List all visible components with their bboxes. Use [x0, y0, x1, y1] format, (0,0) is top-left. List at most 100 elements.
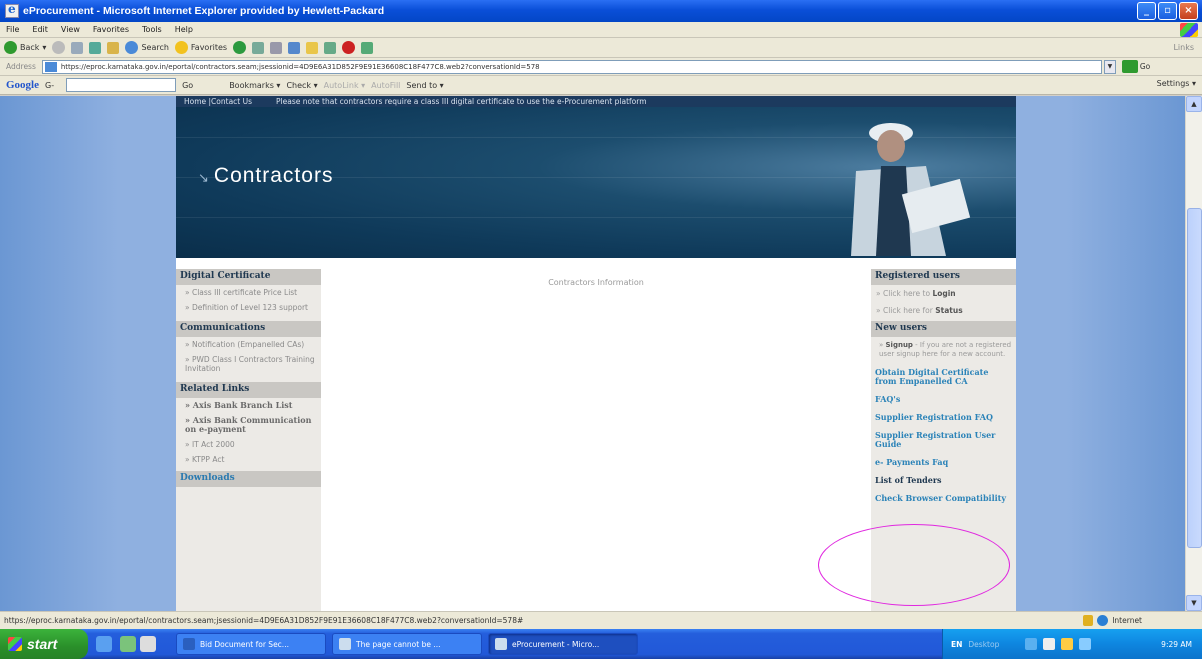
task-bid-document[interactable]: Bid Document for Sec...: [176, 633, 326, 655]
right-sidebar: Registered users » Click here to Login »…: [871, 269, 1016, 611]
menu-tools[interactable]: Tools: [142, 25, 162, 34]
maximize-button[interactable]: ▫: [1158, 2, 1177, 20]
volume-icon[interactable]: [1043, 638, 1056, 650]
edit-icon[interactable]: [288, 41, 301, 54]
menu-edit[interactable]: Edit: [32, 25, 48, 34]
address-bar: Address https://eproc.karnataka.gov.in/e…: [0, 58, 1202, 76]
lock-icon: [1083, 615, 1094, 626]
ie-icon: [339, 638, 351, 650]
signup-link[interactable]: » Signup - If you are not a registered u…: [871, 337, 1016, 362]
google-go-button[interactable]: Go: [182, 81, 193, 90]
stop-icon[interactable]: [71, 41, 84, 54]
taskbar: start Bid Document for Sec... The page c…: [0, 629, 1202, 659]
show-desktop-icon[interactable]: [120, 636, 136, 652]
ie-quicklaunch-icon[interactable]: [96, 636, 112, 652]
check-browser-link[interactable]: Check Browser Compatibility: [871, 488, 1016, 506]
menu-favorites[interactable]: Favorites: [93, 25, 129, 34]
home-icon[interactable]: [107, 41, 120, 54]
google-menu[interactable]: G-: [45, 81, 54, 90]
menu-view[interactable]: View: [61, 25, 80, 34]
google-sendto-button[interactable]: Send to ▾: [406, 81, 443, 90]
update-icon[interactable]: [1079, 638, 1092, 650]
address-url: https://eproc.karnataka.gov.in/eportal/c…: [60, 62, 540, 71]
window-title: eProcurement - Microsoft Internet Explor…: [23, 5, 385, 17]
red-circle-icon[interactable]: [342, 41, 356, 54]
links-label[interactable]: Links: [1173, 43, 1194, 52]
left-sidebar: Digital Certificate » Class III certific…: [176, 269, 321, 611]
scroll-up-button[interactable]: ▲: [1186, 96, 1202, 112]
task-page-cannot-be[interactable]: The page cannot be ...: [332, 633, 482, 655]
start-button[interactable]: start: [0, 629, 88, 659]
status-url: https://eproc.karnataka.gov.in/eportal/c…: [4, 616, 524, 625]
related-links-heading: Related Links: [176, 382, 321, 398]
back-button[interactable]: Back ▾: [4, 41, 46, 54]
new-users-heading: New users: [871, 321, 1016, 337]
print-icon[interactable]: [270, 41, 283, 54]
quicklaunch-more-icon[interactable]: [140, 636, 156, 652]
faq-link[interactable]: FAQ's: [871, 389, 1016, 407]
axis-bank-branch-link[interactable]: » Axis Bank Branch List: [176, 398, 321, 413]
mail-icon[interactable]: [252, 41, 265, 54]
windows-flag-icon: [8, 637, 22, 651]
banner-heading: ↘ Contractors: [198, 164, 334, 187]
google-autofill-button[interactable]: AutoFill: [371, 81, 400, 90]
vertical-scrollbar[interactable]: ▲ ▼: [1185, 96, 1202, 611]
scroll-thumb[interactable]: [1187, 208, 1202, 548]
system-tray: EN Desktop 9:29 AM: [942, 629, 1202, 659]
google-search-input[interactable]: [66, 78, 177, 92]
close-button[interactable]: ×: [1179, 2, 1198, 20]
google-autolink-button[interactable]: AutoLink ▾: [324, 81, 366, 90]
communications-heading: Communications: [176, 321, 321, 337]
site-container: Home |Contact Us Please note that contra…: [176, 96, 1016, 611]
contractors-info-text: Contractors Information: [548, 278, 644, 287]
e-payments-faq-link[interactable]: e- Payments Faq: [871, 452, 1016, 470]
status-link[interactable]: » Click here for Status: [871, 302, 1016, 319]
contractors-banner: ↘ Contractors: [176, 107, 1016, 258]
menu-help[interactable]: Help: [175, 25, 193, 34]
google-settings-button[interactable]: Settings ▾: [1157, 79, 1196, 88]
minimize-button[interactable]: _: [1137, 2, 1156, 20]
axis-bank-communication-link[interactable]: » Axis Bank Communication on e-payment: [176, 413, 321, 437]
folder-icon[interactable]: [306, 41, 319, 54]
class-iii-price-list-link[interactable]: » Class III certificate Price List: [176, 285, 321, 300]
top-nav-links[interactable]: Home |Contact Us: [184, 97, 252, 106]
login-link[interactable]: » Click here to Login: [871, 285, 1016, 302]
address-dropdown-button[interactable]: ▼: [1103, 59, 1116, 74]
research-icon[interactable]: [361, 41, 374, 54]
it-act-link[interactable]: » IT Act 2000: [176, 437, 321, 452]
google-bookmarks-button[interactable]: Bookmarks ▾: [229, 81, 280, 90]
history-icon[interactable]: [233, 41, 247, 54]
security-zone: Internet: [1083, 615, 1142, 626]
menu-bar: File Edit View Favorites Tools Help: [0, 22, 1202, 38]
level-123-support-link[interactable]: » Definition of Level 123 support: [176, 300, 321, 315]
pwd-training-link[interactable]: » PWD Class I Contractors Training Invit…: [176, 352, 321, 376]
supplier-registration-guide-link[interactable]: Supplier Registration User Guide: [871, 425, 1016, 452]
search-button[interactable]: Search: [125, 41, 169, 54]
network-icon[interactable]: [1025, 638, 1038, 650]
notice-text: Please note that contractors require a c…: [276, 97, 647, 106]
security-icon[interactable]: [1061, 638, 1074, 650]
registered-users-heading: Registered users: [871, 269, 1016, 285]
clock: 9:29 AM: [1161, 639, 1192, 649]
desktop-toolbar[interactable]: Desktop: [968, 640, 999, 649]
refresh-icon[interactable]: [89, 41, 102, 54]
go-button[interactable]: Go: [1121, 60, 1150, 73]
notification-link[interactable]: » Notification (Empanelled CAs): [176, 337, 321, 352]
forward-arrow-icon[interactable]: [52, 41, 66, 54]
obtain-certificate-link[interactable]: Obtain Digital Certificate from Empanell…: [871, 362, 1016, 389]
windows-logo-icon: [1180, 23, 1198, 37]
messenger-icon[interactable]: [324, 41, 337, 54]
downloads-link[interactable]: Downloads: [176, 471, 321, 487]
task-eprocurement[interactable]: eProcurement - Micro...: [488, 633, 638, 655]
language-indicator[interactable]: EN: [951, 640, 962, 649]
google-check-button[interactable]: Check ▾: [286, 81, 317, 90]
favorites-button[interactable]: Favorites: [174, 41, 227, 54]
ktpp-act-link[interactable]: » KTPP Act: [176, 452, 321, 467]
status-bar: https://eproc.karnataka.gov.in/eportal/c…: [0, 611, 1202, 629]
address-input[interactable]: https://eproc.karnataka.gov.in/eportal/c…: [41, 59, 1102, 74]
list-of-tenders-link[interactable]: List of Tenders: [871, 470, 1016, 488]
arrow-icon: ↘: [198, 170, 210, 185]
menu-file[interactable]: File: [6, 25, 19, 34]
scroll-down-button[interactable]: ▼: [1186, 595, 1202, 611]
supplier-registration-faq-link[interactable]: Supplier Registration FAQ: [871, 407, 1016, 425]
